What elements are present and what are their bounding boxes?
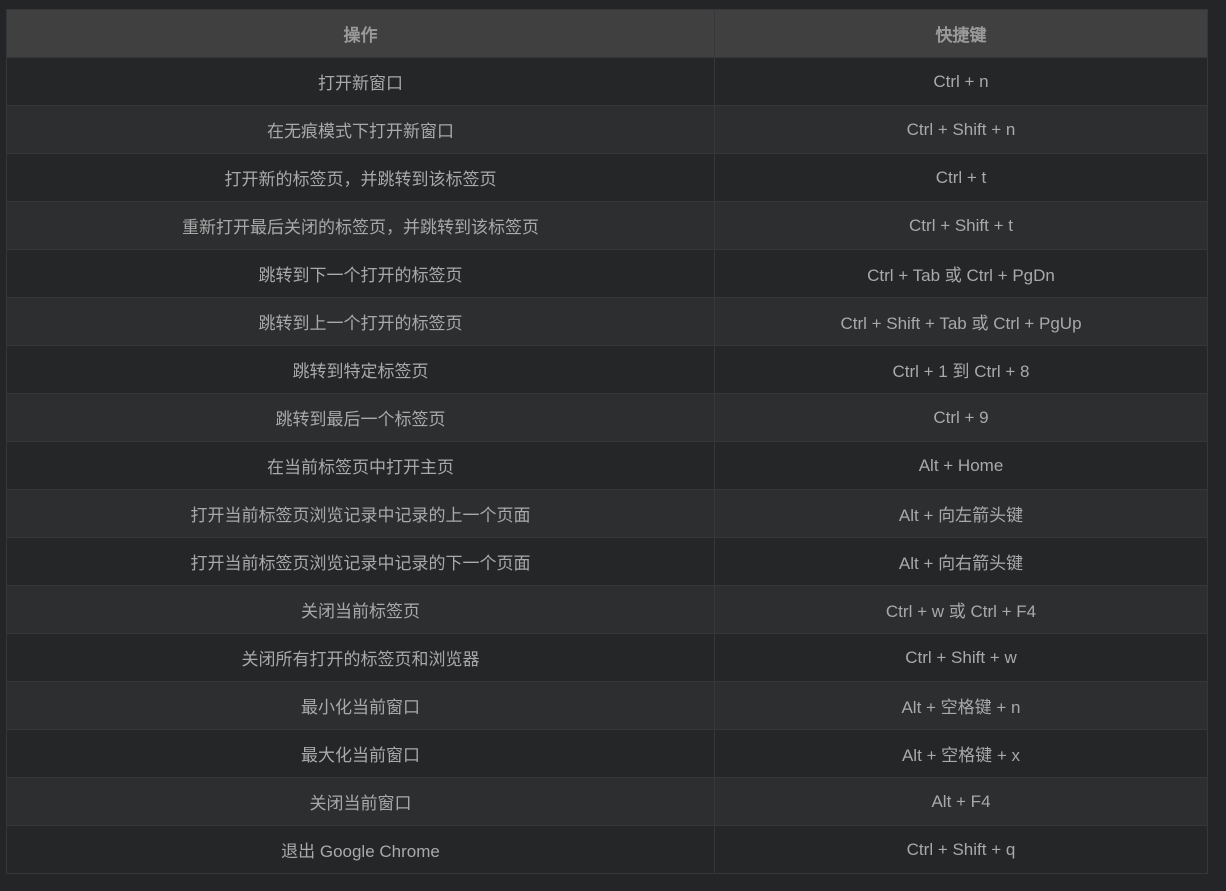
action-cell: 最大化当前窗口 bbox=[6, 729, 715, 778]
table-row: 在当前标签页中打开主页 Alt + Home bbox=[6, 441, 1208, 490]
table-row: 最小化当前窗口 Alt + 空格键 + n bbox=[6, 681, 1208, 730]
shortcuts-table: 操作 快捷键 打开新窗口 Ctrl + n 在无痕模式下打开新窗口 Ctrl + Sh… bbox=[6, 9, 1208, 874]
action-cell: 打开当前标签页浏览记录中记录的下一个页面 bbox=[6, 537, 715, 586]
table-row: 打开当前标签页浏览记录中记录的下一个页面 Alt + 向右箭头键 bbox=[6, 537, 1208, 586]
shortcut-cell: Ctrl + Shift + w bbox=[714, 633, 1208, 682]
table-row: 跳转到特定标签页 Ctrl + 1 到 Ctrl + 8 bbox=[6, 345, 1208, 394]
table-header-row: 操作 快捷键 bbox=[6, 9, 1208, 58]
shortcut-cell: Alt + 空格键 + n bbox=[714, 681, 1208, 730]
shortcut-cell: Ctrl + Shift + q bbox=[714, 825, 1208, 874]
table-row: 最大化当前窗口 Alt + 空格键 + x bbox=[6, 729, 1208, 778]
action-cell: 打开新窗口 bbox=[6, 57, 715, 106]
action-cell: 在无痕模式下打开新窗口 bbox=[6, 105, 715, 154]
action-cell: 退出 Google Chrome bbox=[6, 825, 715, 874]
table-row: 退出 Google Chrome Ctrl + Shift + q bbox=[6, 825, 1208, 874]
action-cell: 关闭所有打开的标签页和浏览器 bbox=[6, 633, 715, 682]
table-row: 跳转到最后一个标签页 Ctrl + 9 bbox=[6, 393, 1208, 442]
action-cell: 打开当前标签页浏览记录中记录的上一个页面 bbox=[6, 489, 715, 538]
table-row: 关闭当前标签页 Ctrl + w 或 Ctrl + F4 bbox=[6, 585, 1208, 634]
header-action: 操作 bbox=[6, 9, 715, 58]
table-row: 关闭所有打开的标签页和浏览器 Ctrl + Shift + w bbox=[6, 633, 1208, 682]
table-row: 关闭当前窗口 Alt + F4 bbox=[6, 777, 1208, 826]
table-row: 跳转到上一个打开的标签页 Ctrl + Shift + Tab 或 Ctrl + … bbox=[6, 297, 1208, 346]
shortcut-cell: Alt + 向右箭头键 bbox=[714, 537, 1208, 586]
action-cell: 重新打开最后关闭的标签页，并跳转到该标签页 bbox=[6, 201, 715, 250]
action-cell: 最小化当前窗口 bbox=[6, 681, 715, 730]
action-cell: 关闭当前标签页 bbox=[6, 585, 715, 634]
shortcut-cell: Ctrl + 9 bbox=[714, 393, 1208, 442]
action-cell: 关闭当前窗口 bbox=[6, 777, 715, 826]
shortcut-cell: Ctrl + t bbox=[714, 153, 1208, 202]
table-row: 跳转到下一个打开的标签页 Ctrl + Tab 或 Ctrl + PgDn bbox=[6, 249, 1208, 298]
action-cell: 跳转到特定标签页 bbox=[6, 345, 715, 394]
shortcut-cell: Alt + 空格键 + x bbox=[714, 729, 1208, 778]
table-row: 打开新窗口 Ctrl + n bbox=[6, 57, 1208, 106]
shortcut-cell: Ctrl + w 或 Ctrl + F4 bbox=[714, 585, 1208, 634]
shortcut-cell: Ctrl + Shift + n bbox=[714, 105, 1208, 154]
action-cell: 在当前标签页中打开主页 bbox=[6, 441, 715, 490]
table-row: 在无痕模式下打开新窗口 Ctrl + Shift + n bbox=[6, 105, 1208, 154]
action-cell: 跳转到上一个打开的标签页 bbox=[6, 297, 715, 346]
table-body: 打开新窗口 Ctrl + n 在无痕模式下打开新窗口 Ctrl + Shift + n… bbox=[6, 57, 1208, 874]
shortcut-cell: Ctrl + Tab 或 Ctrl + PgDn bbox=[714, 249, 1208, 298]
shortcut-cell: Ctrl + n bbox=[714, 57, 1208, 106]
shortcut-cell: Alt + F4 bbox=[714, 777, 1208, 826]
shortcut-cell: Alt + 向左箭头键 bbox=[714, 489, 1208, 538]
action-cell: 跳转到最后一个标签页 bbox=[6, 393, 715, 442]
shortcut-cell: Ctrl + 1 到 Ctrl + 8 bbox=[714, 345, 1208, 394]
header-shortcut: 快捷键 bbox=[714, 9, 1208, 58]
shortcut-cell: Alt + Home bbox=[714, 441, 1208, 490]
table-row: 重新打开最后关闭的标签页，并跳转到该标签页 Ctrl + Shift + t bbox=[6, 201, 1208, 250]
action-cell: 打开新的标签页，并跳转到该标签页 bbox=[6, 153, 715, 202]
action-cell: 跳转到下一个打开的标签页 bbox=[6, 249, 715, 298]
table-row: 打开新的标签页，并跳转到该标签页 Ctrl + t bbox=[6, 153, 1208, 202]
shortcut-cell: Ctrl + Shift + Tab 或 Ctrl + PgUp bbox=[714, 297, 1208, 346]
shortcut-cell: Ctrl + Shift + t bbox=[714, 201, 1208, 250]
table-row: 打开当前标签页浏览记录中记录的上一个页面 Alt + 向左箭头键 bbox=[6, 489, 1208, 538]
